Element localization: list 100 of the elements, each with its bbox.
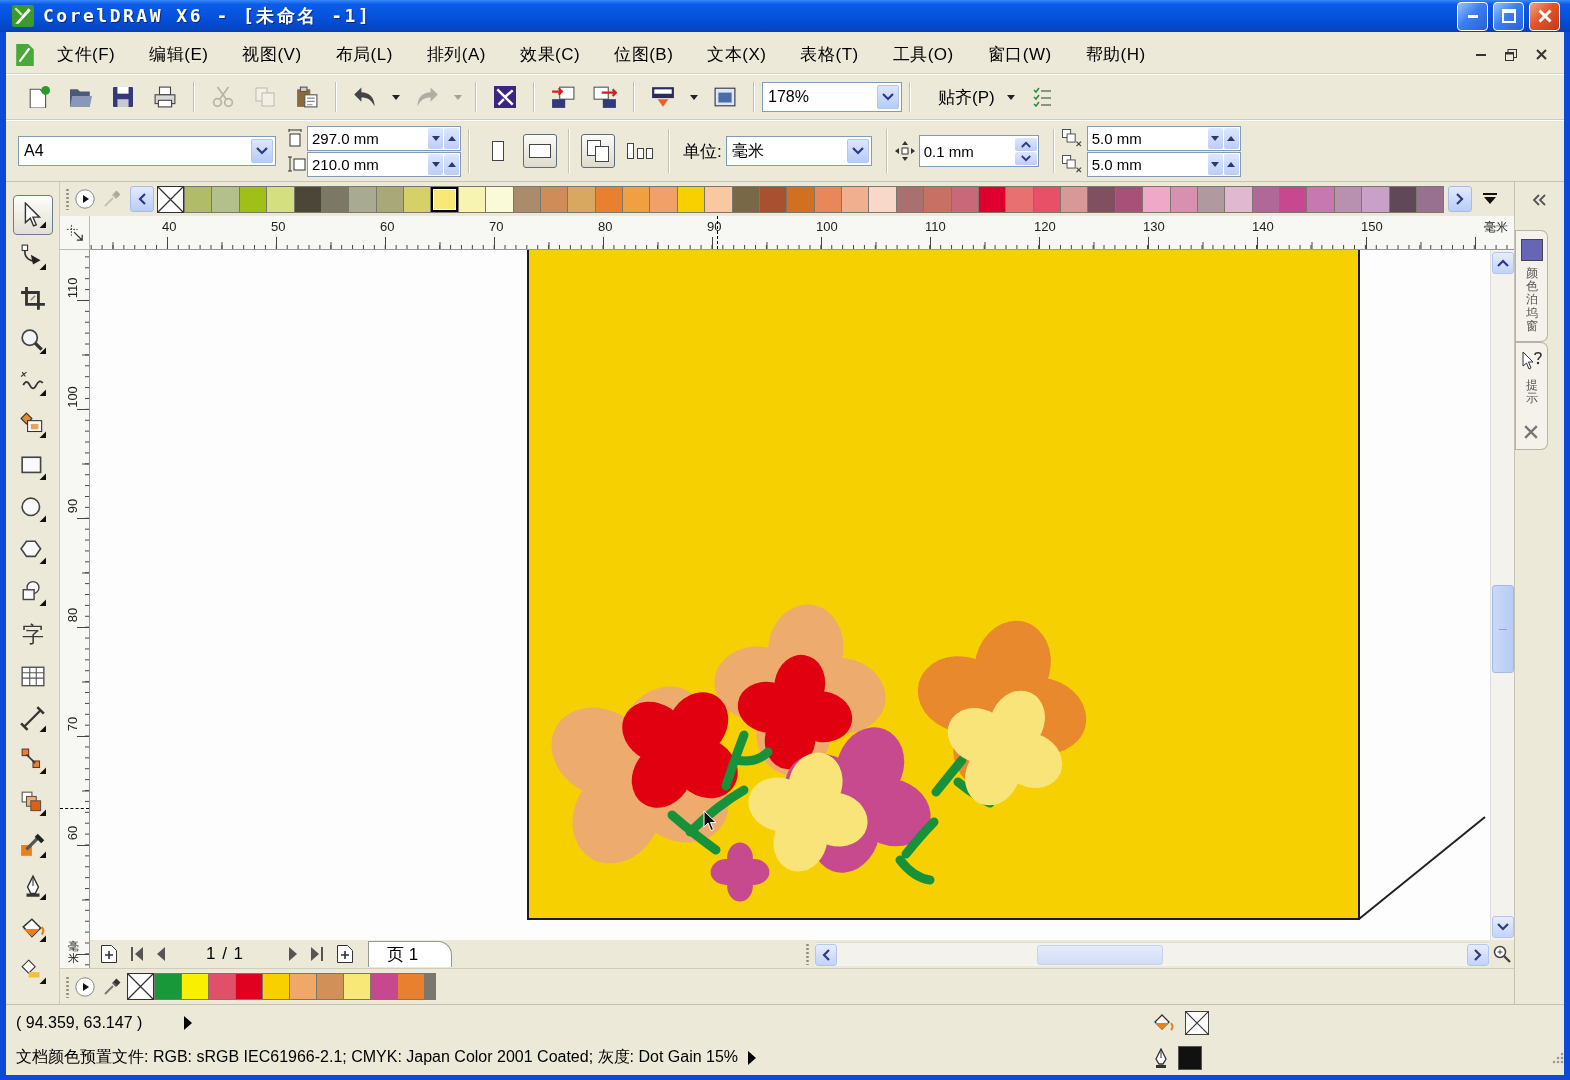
color-swatch[interactable]: [759, 186, 787, 212]
color-swatch[interactable]: [239, 186, 267, 212]
text-tool-button[interactable]: 字: [12, 615, 53, 655]
palette-play-button[interactable]: [75, 189, 95, 209]
color-swatch[interactable]: [896, 186, 924, 212]
color-swatch[interactable]: [787, 186, 814, 212]
horizontal-scrollbar[interactable]: [815, 942, 1489, 966]
color-swatch[interactable]: [349, 186, 376, 212]
color-swatch[interactable]: [155, 974, 181, 999]
first-page-button[interactable]: [129, 945, 145, 963]
scroll-left-button[interactable]: [815, 943, 837, 966]
expand-button[interactable]: [748, 1050, 757, 1065]
menu-item[interactable]: 文本(X): [690, 40, 784, 69]
docker-tab[interactable]: 提示: [1516, 341, 1548, 451]
previous-page-button[interactable]: [155, 945, 167, 963]
scroll-right-button[interactable]: [1448, 186, 1472, 212]
dropdown-button[interactable]: [846, 139, 869, 163]
color-swatch[interactable]: [263, 974, 289, 999]
palette-play-button[interactable]: [75, 976, 95, 997]
expand-button[interactable]: [184, 1015, 193, 1030]
color-swatch[interactable]: [185, 186, 212, 212]
docker-tab[interactable]: 颜色泊坞窗: [1516, 230, 1548, 342]
color-swatch[interactable]: [705, 186, 732, 212]
menu-item[interactable]: 位图(B): [597, 40, 691, 69]
menu-item[interactable]: 文件(F): [40, 40, 133, 69]
color-swatch[interactable]: [1416, 186, 1444, 212]
grip-handle[interactable]: [806, 943, 809, 965]
color-swatch[interactable]: [1170, 186, 1197, 212]
dropdown-button[interactable]: [251, 139, 273, 163]
no-color-swatch-icon[interactable]: [127, 973, 154, 1000]
vertical-scrollbar[interactable]: [1490, 250, 1514, 940]
color-swatch[interactable]: [182, 974, 208, 999]
color-swatch[interactable]: [431, 186, 458, 212]
color-swatch[interactable]: [404, 186, 431, 212]
color-swatch[interactable]: [568, 186, 595, 212]
color-swatch[interactable]: [1088, 186, 1115, 212]
snap-button[interactable]: 贴齐(P): [932, 81, 1001, 113]
spin-up-button[interactable]: [1223, 153, 1239, 175]
palette-menu-button[interactable]: [1483, 193, 1497, 205]
menu-item[interactable]: 表格(T): [783, 40, 876, 69]
color-swatch[interactable]: [1033, 186, 1060, 212]
menu-item[interactable]: 视图(V): [225, 40, 319, 69]
spin-up-button[interactable]: [444, 153, 459, 175]
color-swatch[interactable]: [1252, 186, 1279, 212]
menu-item[interactable]: 帮助(H): [1068, 40, 1163, 69]
spin-down-button[interactable]: [428, 153, 443, 175]
color-swatch[interactable]: [1334, 186, 1362, 212]
color-swatch[interactable]: [344, 974, 370, 999]
color-swatch[interactable]: [294, 186, 321, 212]
color-swatch[interactable]: [513, 186, 540, 212]
color-swatch[interactable]: [486, 186, 513, 212]
menu-item[interactable]: 效果(C): [503, 40, 598, 69]
scroll-thumb[interactable]: [1037, 944, 1163, 965]
color-swatch[interactable]: [1389, 186, 1416, 212]
color-swatch[interactable]: [290, 974, 316, 999]
color-swatch[interactable]: [1143, 186, 1170, 212]
color-swatch[interactable]: [540, 186, 568, 212]
color-swatch[interactable]: [1115, 186, 1143, 212]
color-swatch[interactable]: [814, 186, 841, 212]
grip-handle[interactable]: [66, 975, 69, 998]
zoom-level-combo[interactable]: 178%: [762, 82, 902, 112]
menu-item[interactable]: 布局(L): [318, 40, 410, 69]
color-swatch[interactable]: [398, 974, 424, 999]
grip-handle[interactable]: [66, 188, 69, 210]
page-width-field[interactable]: 297.0 mm: [307, 125, 461, 151]
spin-down-button[interactable]: [1014, 151, 1037, 165]
scroll-thumb[interactable]: [1491, 585, 1514, 673]
spin-down-button[interactable]: [1207, 127, 1223, 149]
color-swatch[interactable]: [317, 974, 343, 999]
color-swatch[interactable]: [209, 974, 235, 999]
color-swatch[interactable]: [623, 186, 650, 212]
resize-grip-icon[interactable]: [1552, 1051, 1564, 1064]
no-color-swatch-icon[interactable]: [157, 185, 184, 213]
color-swatch[interactable]: [677, 186, 705, 212]
all-pages-button[interactable]: [581, 134, 615, 168]
close-docker-button[interactable]: [1524, 425, 1538, 440]
color-swatch[interactable]: [978, 186, 1006, 212]
last-page-button[interactable]: [309, 945, 326, 963]
maximize-button[interactable]: [1493, 1, 1524, 31]
page-tab[interactable]: 页 1: [368, 941, 453, 967]
color-swatch[interactable]: [376, 186, 403, 212]
add-page-button[interactable]: [99, 943, 119, 965]
color-swatch[interactable]: [842, 186, 869, 212]
color-swatch[interactable]: [212, 186, 239, 212]
nudge-distance-field[interactable]: 0.1 mm: [918, 135, 1039, 167]
paper-size-combo[interactable]: A4: [18, 136, 276, 166]
color-swatch[interactable]: [869, 186, 896, 212]
add-page-button[interactable]: [335, 943, 356, 965]
spin-up-button[interactable]: [1223, 127, 1239, 149]
minimize-button[interactable]: [1457, 1, 1488, 31]
dropdown-button[interactable]: [877, 85, 899, 109]
scroll-up-button[interactable]: [1491, 252, 1514, 274]
color-swatch[interactable]: [458, 186, 486, 212]
color-swatch[interactable]: [1197, 186, 1225, 212]
close-button[interactable]: [1529, 1, 1560, 31]
spin-down-button[interactable]: [428, 127, 443, 149]
landscape-button[interactable]: [523, 134, 557, 168]
color-swatch[interactable]: [1006, 186, 1033, 212]
color-swatch[interactable]: [595, 186, 622, 212]
spin-up-button[interactable]: [1014, 137, 1037, 151]
